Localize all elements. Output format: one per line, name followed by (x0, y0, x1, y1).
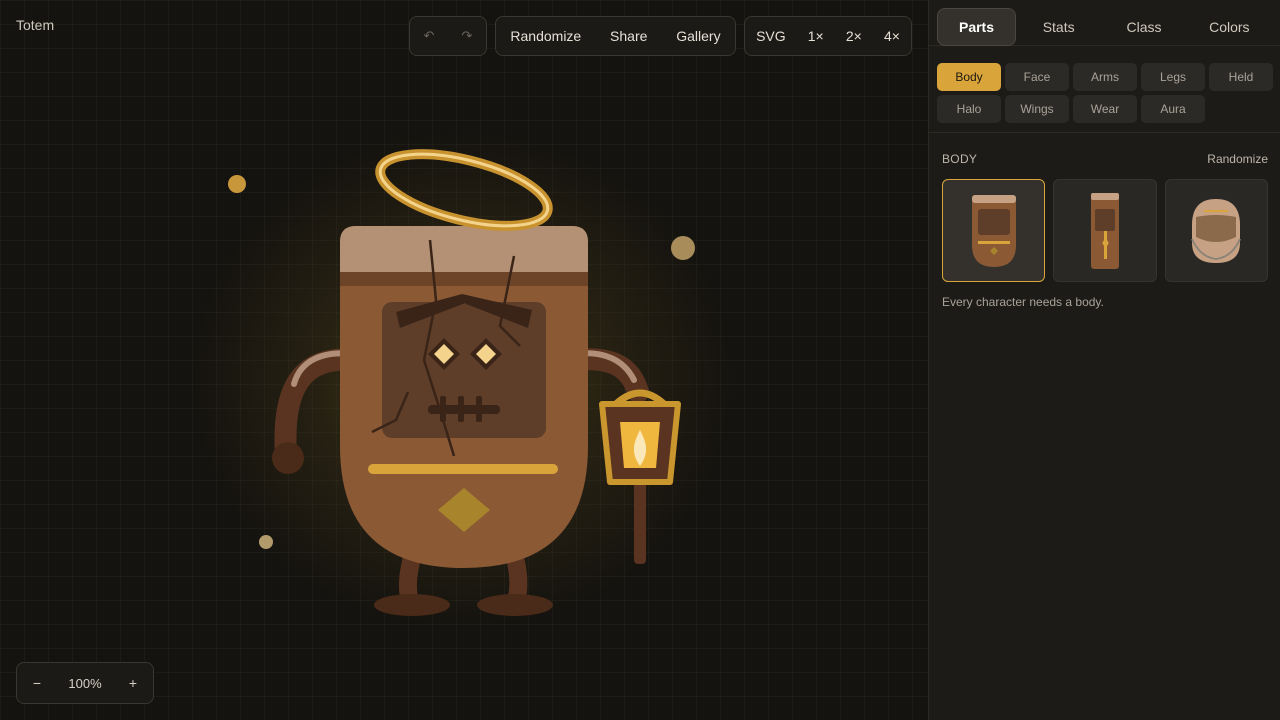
body-option-dome[interactable] (1164, 179, 1268, 282)
body-dome-thumbnail (1191, 198, 1242, 263)
character-body (340, 226, 588, 568)
editor-panel: Parts Stats Class Colors Body Face Arms … (928, 0, 1280, 720)
section-hint: Every character needs a body. (942, 295, 1104, 309)
section-header: BODY Randomize (929, 133, 1280, 166)
zoom-in-button[interactable]: + (119, 668, 147, 698)
chip-wear[interactable]: Wear (1073, 95, 1137, 123)
body-options (929, 166, 1280, 282)
body-rounded-thumbnail (971, 194, 1016, 267)
character-illustration (228, 149, 695, 616)
aura-particle (228, 175, 246, 193)
randomize-body-button[interactable]: Randomize (1207, 152, 1268, 166)
body-option-rounded[interactable] (942, 179, 1046, 282)
aura-particle (259, 535, 273, 549)
part-category-chips: Body Face Arms Legs Held Halo Wings Wear… (929, 46, 1280, 123)
character-halo (375, 149, 553, 231)
aura-particle (671, 236, 695, 260)
chip-body[interactable]: Body (937, 63, 1001, 91)
character-canvas[interactable]: Totem ↶ ↷ Randomize Share Gallery SVG 1×… (0, 0, 928, 720)
zoom-control: − 100% + (16, 662, 154, 704)
chip-legs[interactable]: Legs (1141, 63, 1205, 91)
chip-face[interactable]: Face (1005, 63, 1069, 91)
zoom-level: 100% (68, 675, 102, 691)
body-tall-thumbnail (1090, 192, 1119, 269)
chip-halo[interactable]: Halo (937, 95, 1001, 123)
tab-parts[interactable]: Parts (937, 8, 1016, 46)
chip-wings[interactable]: Wings (1005, 95, 1069, 123)
tab-class[interactable]: Class (1101, 8, 1186, 46)
tab-stats[interactable]: Stats (1016, 8, 1101, 46)
chip-arms[interactable]: Arms (1073, 63, 1137, 91)
chip-held[interactable]: Held (1209, 63, 1273, 91)
zoom-out-button[interactable]: − (23, 668, 51, 698)
section-title: BODY (942, 152, 978, 166)
chip-aura[interactable]: Aura (1141, 95, 1205, 123)
tab-colors[interactable]: Colors (1187, 8, 1272, 46)
panel-tabs: Parts Stats Class Colors (929, 0, 1280, 46)
body-option-tall[interactable] (1053, 179, 1157, 282)
